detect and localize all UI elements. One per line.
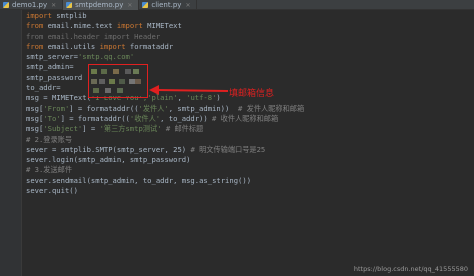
annotation-label: 填邮箱信息 — [229, 89, 275, 99]
comment: # 3.发送邮件 — [26, 165, 73, 175]
close-icon[interactable]: ✕ — [185, 2, 190, 9]
code-text: email.mime.text — [43, 21, 117, 31]
code-line: msg['From'] = formataddr(('发件人', smtp_ad… — [26, 104, 472, 114]
comment: # 2.登录账号 — [26, 134, 73, 144]
tab-label: smtpdemo.py — [75, 1, 124, 9]
editor-tab-bar: demo1.py ✕ smtpdemo.py ✕ client.py ✕ — [0, 0, 474, 10]
code-line: sever = smtplib.SMTP(smtp_server, 25) # … — [26, 145, 472, 155]
code-text-unused: from email.header import Header — [26, 31, 161, 41]
code-text: smtp_password — [26, 72, 83, 82]
code-text: formataddr — [125, 41, 174, 51]
code-text: smtp_admin= — [26, 62, 74, 72]
code-text: , to_addr)) — [160, 113, 213, 123]
code-line: # 2.登录账号 — [26, 135, 472, 145]
code-text: MIMEText — [142, 21, 182, 31]
string-literal: '发件人' — [138, 103, 169, 113]
comment: # 发件人昵称和邮箱 — [238, 103, 305, 113]
code-text: msg[ — [26, 103, 44, 113]
code-text: sever.login(smtp_admin, smtp_password) — [26, 155, 191, 165]
watermark: https://blog.csdn.net/qq_41555580 — [353, 265, 468, 273]
arrow-icon — [149, 85, 229, 95]
code-editor[interactable]: import smtplib from email.mime.text impo… — [26, 11, 472, 196]
code-text: sever = smtplib.SMTP(smtp_server, 25) — [26, 144, 191, 154]
code-text: email.utils — [43, 41, 100, 51]
code-line: sever.login(smtp_admin, smtp_password) — [26, 155, 472, 165]
tab-demo1[interactable]: demo1.py ✕ — [0, 0, 64, 10]
keyword: from — [26, 41, 44, 51]
code-line: from email.header import Header — [26, 32, 472, 42]
code-text: ] = formataddr(( — [60, 113, 130, 123]
code-text: msg[ — [26, 124, 44, 134]
string-literal: 'Subject' — [43, 124, 83, 134]
code-text: , smtp_admin)) — [168, 103, 238, 113]
string-literal: 'From' — [43, 103, 70, 113]
keyword: import — [26, 11, 52, 20]
close-icon[interactable]: ✕ — [51, 2, 56, 9]
code-text: msg[ — [26, 113, 44, 123]
tab-label: client.py — [151, 1, 182, 9]
code-text: sever.quit() — [26, 186, 78, 196]
tab-label: demo1.py — [12, 1, 48, 9]
line-number-gutter — [0, 10, 22, 276]
code-line: msg['To'] = formataddr(('收件人', to_addr))… — [26, 114, 472, 124]
code-text: to_addr= — [26, 83, 61, 93]
code-text: ] = formataddr(( — [69, 103, 139, 113]
code-line: # 3.发送邮件 — [26, 165, 472, 175]
code-text: smtplib — [51, 11, 87, 20]
close-icon[interactable]: ✕ — [127, 2, 132, 9]
code-line: msg['Subject'] = '第三方smtp测试' # 邮件标题 — [26, 124, 472, 134]
tab-smtpdemo[interactable]: smtpdemo.py ✕ — [63, 0, 140, 10]
highlight-box — [88, 64, 148, 98]
string-literal: '第三方smtp测试' — [99, 124, 162, 134]
code-text: ] = — [82, 124, 100, 134]
code-line: from email.utils import formataddr — [26, 42, 472, 52]
code-text: sever.sendmail(smtp_admin, to_addr, msg.… — [26, 175, 252, 185]
comment: # 明文传输端口号是25 — [190, 144, 266, 154]
code-line: import smtplib — [26, 11, 472, 21]
comment: # 收件人昵称和邮箱 — [212, 113, 279, 123]
code-line: sever.quit() — [26, 186, 472, 196]
code-line: sever.sendmail(smtp_admin, to_addr, msg.… — [26, 176, 472, 186]
string-literal: '收件人' — [129, 113, 161, 123]
keyword: from — [26, 21, 44, 31]
keyword: import — [99, 41, 126, 51]
string-literal: 'To' — [43, 113, 61, 123]
comment: # 邮件标题 — [165, 124, 204, 134]
keyword: import — [116, 21, 143, 31]
code-text: smtp_server= — [26, 52, 78, 62]
code-line: from email.mime.text import MIMEText — [26, 21, 472, 31]
code-line: smtp_server='smtp.qq.com' — [26, 52, 472, 62]
string-literal: 'smtp.qq.com' — [77, 52, 135, 62]
tab-client[interactable]: client.py ✕ — [139, 0, 198, 10]
python-file-icon — [142, 2, 149, 8]
python-file-icon — [3, 2, 9, 8]
python-file-icon — [66, 2, 73, 8]
code-text: msg = MIMEText( — [26, 93, 91, 103]
